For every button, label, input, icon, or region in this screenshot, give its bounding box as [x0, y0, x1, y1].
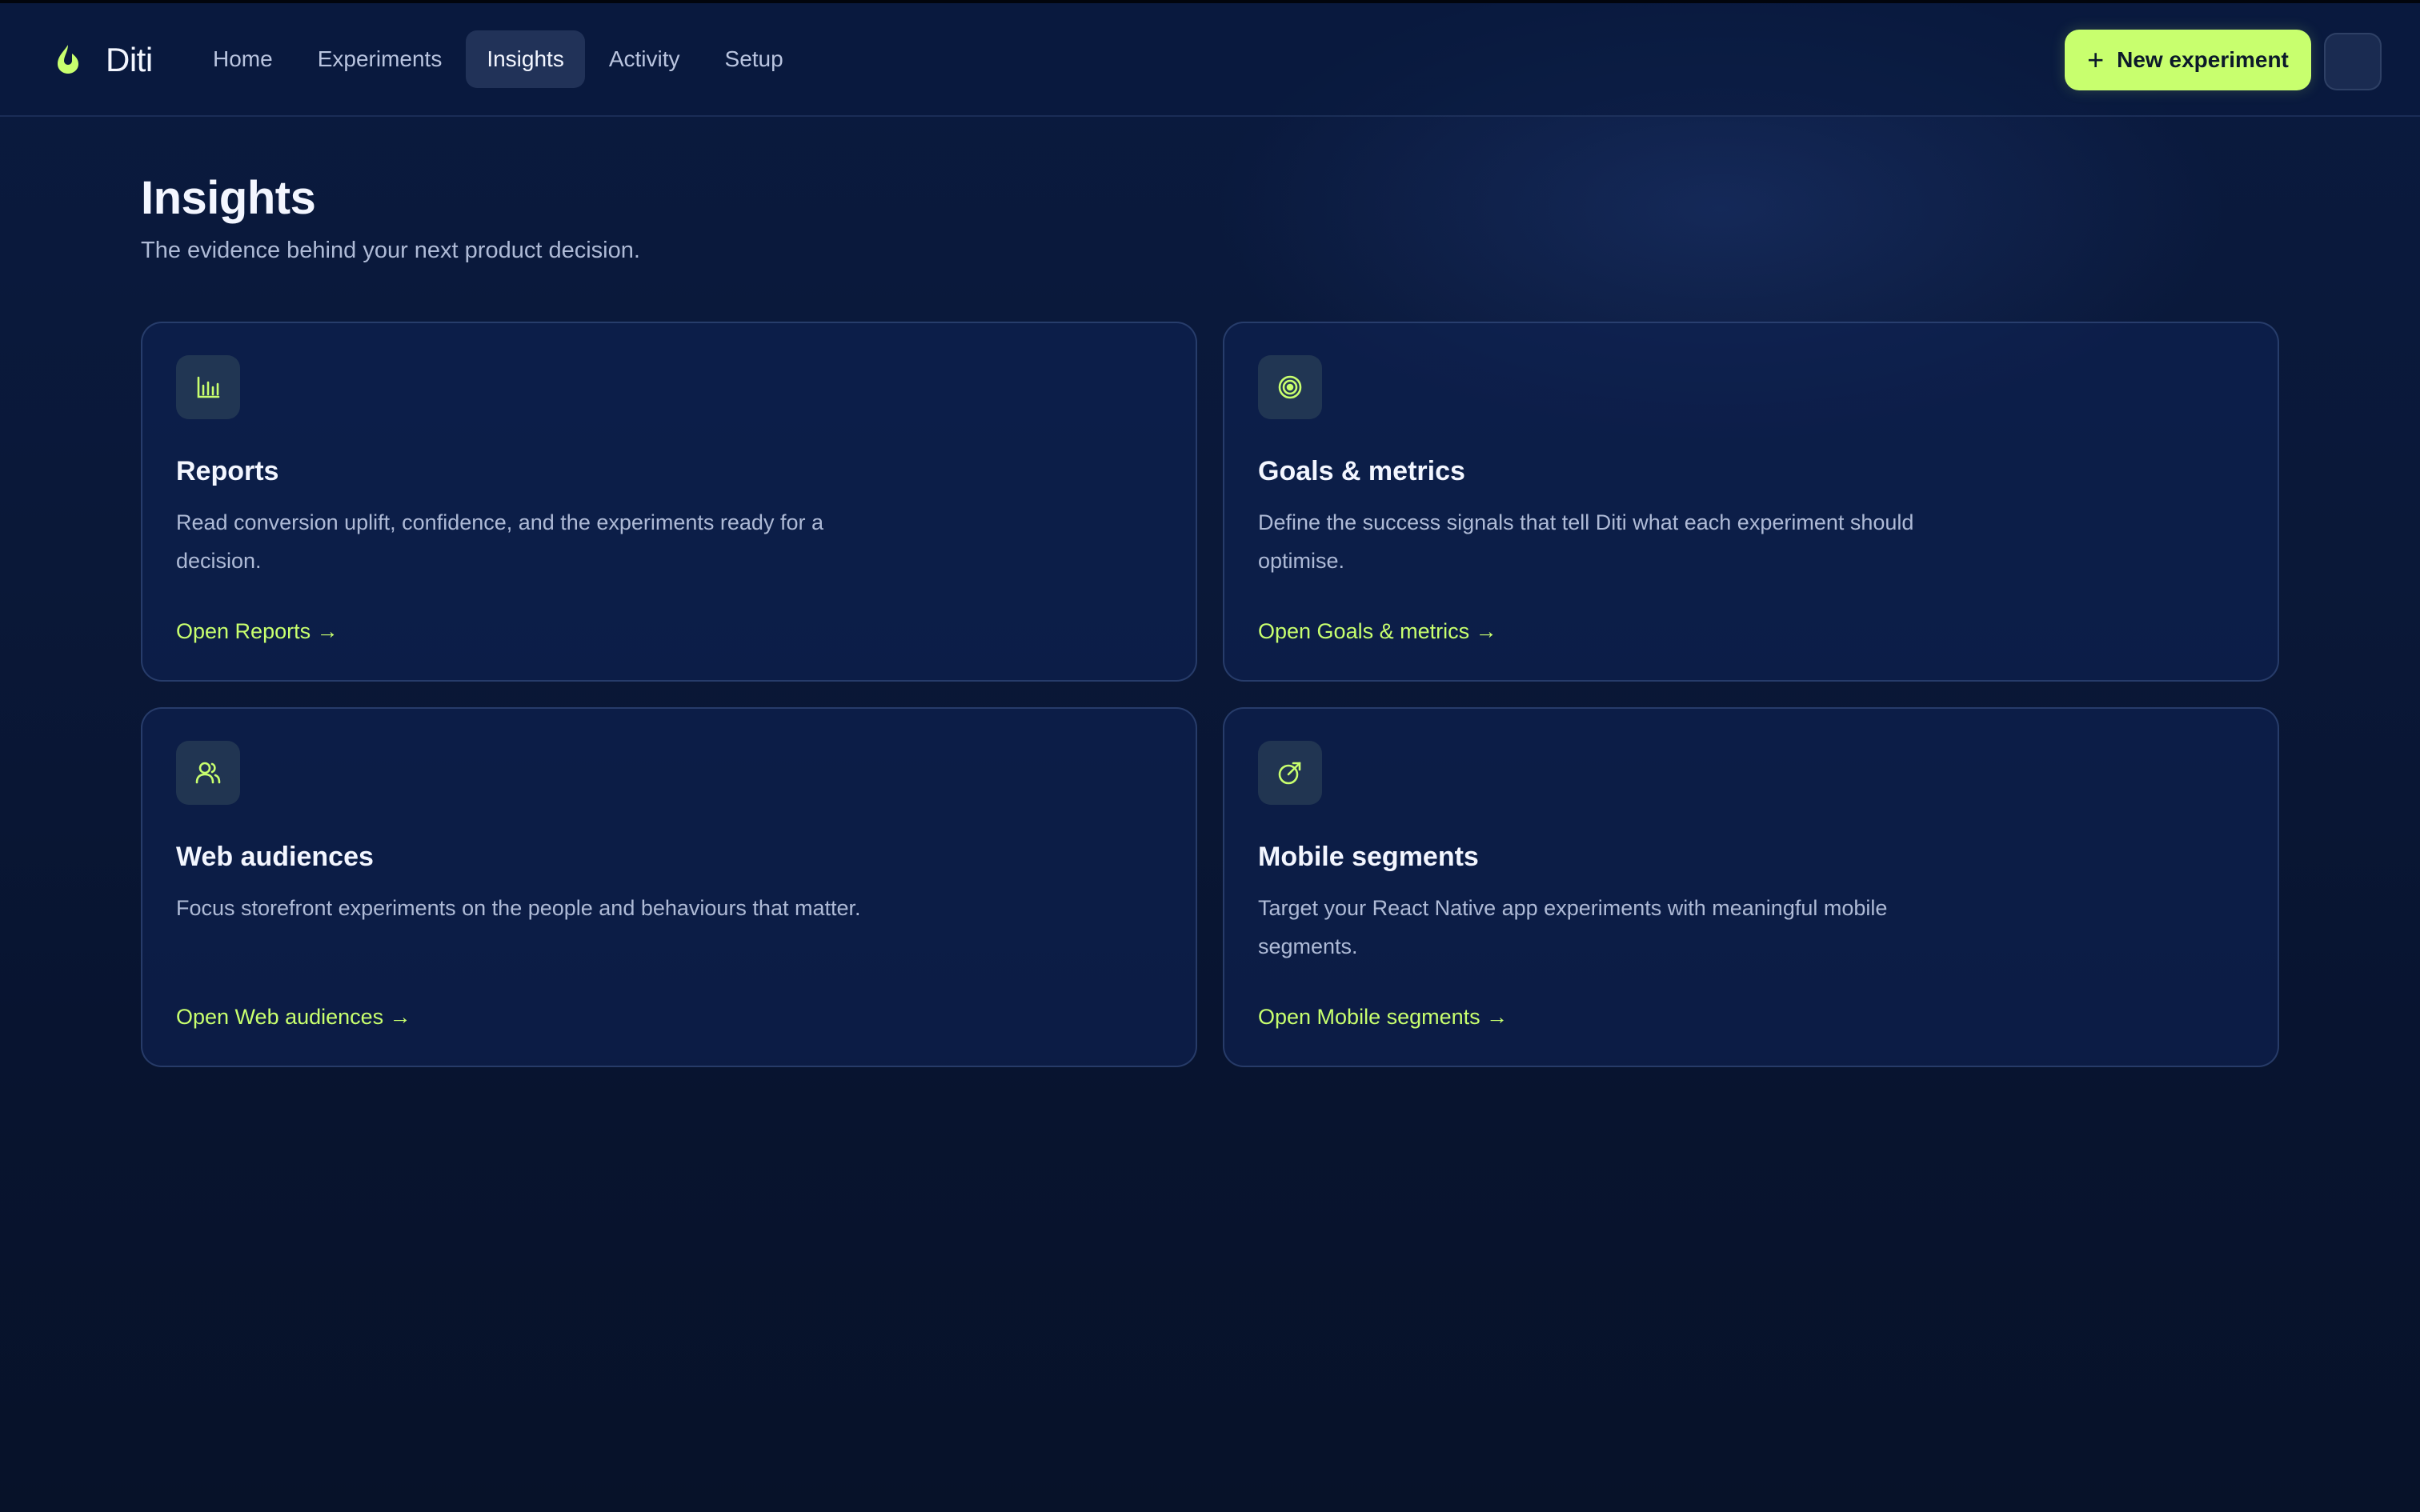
- nav-item-insights[interactable]: Insights: [466, 30, 585, 88]
- nav-item-activity[interactable]: Activity: [588, 30, 701, 88]
- plus-icon: +: [2087, 43, 2105, 76]
- open-reports-link[interactable]: Open Reports →: [176, 619, 339, 644]
- nav-item-setup[interactable]: Setup: [704, 30, 804, 88]
- card-title: Web audiences: [176, 842, 374, 872]
- card-reports[interactable]: Reports Read conversion uplift, confiden…: [141, 322, 1197, 682]
- account-menu-button[interactable]: [2324, 33, 2382, 90]
- top-bar: Diti Home Experiments Insights Activity …: [0, 3, 2420, 117]
- open-goals-metrics-link[interactable]: Open Goals & metrics →: [1258, 619, 1497, 644]
- nav-item-experiments[interactable]: Experiments: [297, 30, 463, 88]
- card-web-audiences[interactable]: Web audiences Focus storefront experimen…: [141, 707, 1197, 1067]
- insights-card-grid: Reports Read conversion uplift, confiden…: [141, 322, 2279, 1069]
- card-title: Mobile segments: [1258, 842, 1479, 872]
- target-icon: [1258, 355, 1322, 419]
- page-heading: Insights The evidence behind your next p…: [141, 171, 640, 264]
- page-title: Insights: [141, 172, 316, 224]
- nav-item-home[interactable]: Home: [192, 30, 294, 88]
- new-experiment-label: New experiment: [2117, 47, 2289, 72]
- open-web-audiences-link[interactable]: Open Web audiences →: [176, 1005, 411, 1030]
- card-title: Reports: [176, 456, 279, 486]
- page-subtitle: The evidence behind your next product de…: [141, 238, 640, 263]
- card-description: Target your React Native app experiments…: [1258, 896, 1888, 958]
- card-goals-metrics[interactable]: Goals & metrics Define the success signa…: [1223, 322, 2279, 682]
- new-experiment-button[interactable]: + New experiment: [2065, 30, 2311, 90]
- users-icon: [176, 741, 240, 805]
- mobile-target-icon: [1258, 741, 1322, 805]
- open-mobile-segments-link[interactable]: Open Mobile segments →: [1258, 1005, 1508, 1030]
- brand[interactable]: Diti: [50, 35, 153, 85]
- main-nav: Home Experiments Insights Activity Setup: [192, 30, 807, 88]
- card-mobile-segments[interactable]: Mobile segments Target your React Native…: [1223, 707, 2279, 1067]
- card-description: Read conversion uplift, confidence, and …: [176, 510, 823, 573]
- diti-logo-icon: [50, 40, 86, 81]
- app-page: Diti Home Experiments Insights Activity …: [0, 0, 2420, 1512]
- card-title: Goals & metrics: [1258, 456, 1465, 486]
- card-description: Define the success signals that tell Dit…: [1258, 510, 1914, 573]
- app-name: Diti: [106, 41, 153, 78]
- card-description: Focus storefront experiments on the peop…: [176, 896, 861, 920]
- bar-chart-icon: [176, 355, 240, 419]
